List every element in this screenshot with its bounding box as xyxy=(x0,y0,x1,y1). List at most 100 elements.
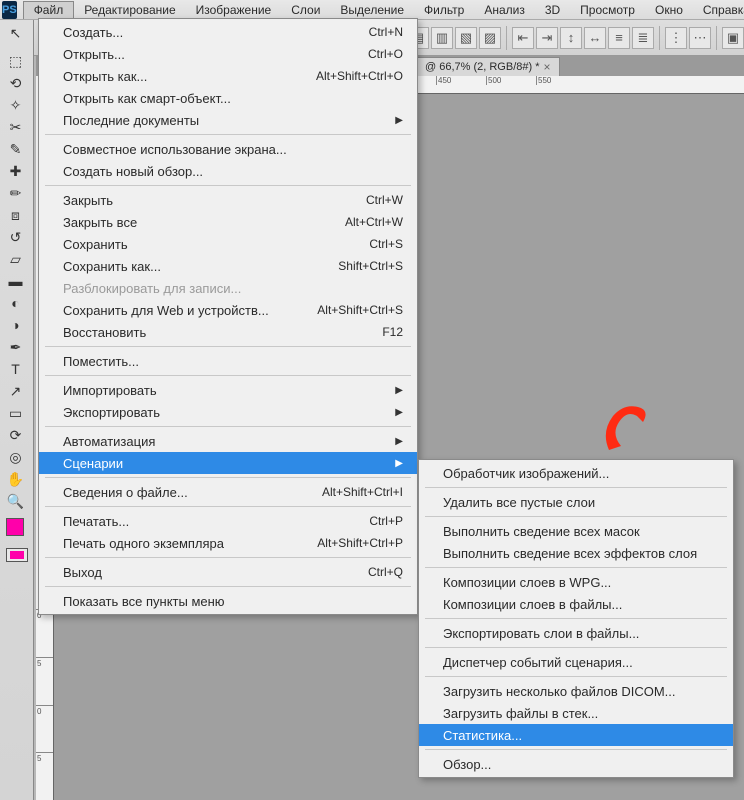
menu-item-shortcut: Alt+Shift+Ctrl+P xyxy=(317,536,403,550)
heal-tool-icon[interactable]: ✚ xyxy=(4,160,28,182)
file-menu-item[interactable]: Сценарии▶ xyxy=(39,452,417,474)
lasso-tool-icon[interactable]: ⟲ xyxy=(4,72,28,94)
document-tab[interactable]: @ 66,7% (2, RGB/8#) * × xyxy=(416,57,560,76)
foreground-color-swatch[interactable] xyxy=(6,518,28,540)
file-menu-item[interactable]: Закрыть всеAlt+Ctrl+W xyxy=(39,211,417,233)
chevron-right-icon: ▶ xyxy=(395,436,403,447)
menu-window[interactable]: Окно xyxy=(645,1,693,19)
scripts-menu-item[interactable]: Загрузить несколько файлов DICOM... xyxy=(419,680,733,702)
wand-tool-icon[interactable]: ✧ xyxy=(4,94,28,116)
file-menu-item[interactable]: Создать новый обзор... xyxy=(39,160,417,182)
menu-item-shortcut: Alt+Shift+Ctrl+I xyxy=(322,485,403,499)
menu-help[interactable]: Справка xyxy=(693,1,744,19)
type-tool-icon[interactable]: T xyxy=(4,358,28,380)
distribute-icon[interactable]: ⋮ xyxy=(665,27,687,49)
file-menu-item[interactable]: ЗакрытьCtrl+W xyxy=(39,189,417,211)
eyedropper-tool-icon[interactable]: ✎ xyxy=(4,138,28,160)
3d-rotate-tool-icon[interactable]: ⟳ xyxy=(4,424,28,446)
shape-tool-icon[interactable]: ▭ xyxy=(4,402,28,424)
menu-layers[interactable]: Слои xyxy=(281,1,330,19)
file-menu-item[interactable]: Поместить... xyxy=(39,350,417,372)
zoom-tool-icon[interactable]: 🔍 xyxy=(4,490,28,512)
scripts-menu-item[interactable]: Загрузить файлы в стек... xyxy=(419,702,733,724)
file-menu-item[interactable]: Открыть...Ctrl+O xyxy=(39,43,417,65)
menu-file[interactable]: Файл xyxy=(23,1,75,19)
file-menu-item[interactable]: Создать...Ctrl+N xyxy=(39,21,417,43)
file-menu-item[interactable]: Сведения о файле...Alt+Shift+Ctrl+I xyxy=(39,481,417,503)
scripts-menu-item[interactable]: Удалить все пустые слои xyxy=(419,491,733,513)
menu-separator xyxy=(45,346,411,347)
path-select-tool-icon[interactable]: ↗ xyxy=(4,380,28,402)
file-menu-item[interactable]: Открыть как смарт-объект... xyxy=(39,87,417,109)
scripts-menu-item[interactable]: Обработчик изображений... xyxy=(419,462,733,484)
menu-item-label: Выполнить сведение всех масок xyxy=(443,524,640,539)
blur-tool-icon[interactable]: ◐ xyxy=(4,292,28,314)
file-menu-item[interactable]: Сохранить для Web и устройств...Alt+Shif… xyxy=(39,299,417,321)
stamp-tool-icon[interactable]: ⧈ xyxy=(4,204,28,226)
file-menu-item[interactable]: Сохранить как...Shift+Ctrl+S xyxy=(39,255,417,277)
brush-tool-icon[interactable]: ✏ xyxy=(4,182,28,204)
file-menu-item[interactable]: Последние документы▶ xyxy=(39,109,417,131)
menu-separator xyxy=(425,516,727,517)
scripts-menu-item[interactable]: Диспетчер событий сценария... xyxy=(419,651,733,673)
menubar: PS Файл Редактирование Изображение Слои … xyxy=(0,0,744,20)
3d-orbit-tool-icon[interactable]: ◎ xyxy=(4,446,28,468)
align-icon[interactable]: ⇤ xyxy=(512,27,534,49)
quickmask-icon[interactable] xyxy=(6,548,28,562)
file-menu-item[interactable]: ВыходCtrl+Q xyxy=(39,561,417,583)
history-brush-tool-icon[interactable]: ↺ xyxy=(4,226,28,248)
arrange-icon[interactable]: ▧ xyxy=(455,27,477,49)
scripts-menu-item[interactable]: Выполнить сведение всех эффектов слоя xyxy=(419,542,733,564)
move-tool-icon[interactable]: ↖ xyxy=(4,22,28,44)
menu-item-shortcut: F12 xyxy=(382,325,403,339)
scripts-menu-item[interactable]: Композиции слоев в WPG... xyxy=(419,571,733,593)
eraser-tool-icon[interactable]: ▱ xyxy=(4,248,28,270)
file-menu-item[interactable]: Автоматизация▶ xyxy=(39,430,417,452)
align-icon[interactable]: ↕ xyxy=(560,27,582,49)
file-menu-item[interactable]: СохранитьCtrl+S xyxy=(39,233,417,255)
file-menu-item[interactable]: Импортировать▶ xyxy=(39,379,417,401)
menu-image[interactable]: Изображение xyxy=(186,1,282,19)
file-menu-item[interactable]: ВосстановитьF12 xyxy=(39,321,417,343)
menu-item-shortcut: Ctrl+S xyxy=(369,237,403,251)
scripts-menu-item[interactable]: Композиции слоев в файлы... xyxy=(419,593,733,615)
distribute-icon[interactable]: ⋯ xyxy=(689,27,711,49)
align-icon[interactable]: ↔ xyxy=(584,27,606,49)
file-menu-item[interactable]: Печать одного экземпляраAlt+Shift+Ctrl+P xyxy=(39,532,417,554)
scripts-menu-item[interactable]: Обзор... xyxy=(419,753,733,775)
close-icon[interactable]: × xyxy=(544,60,551,74)
arrange-icon[interactable]: ▥ xyxy=(431,27,453,49)
align-icon[interactable]: ≡ xyxy=(608,27,630,49)
menu-view[interactable]: Просмотр xyxy=(570,1,645,19)
workspace-icon[interactable]: ▣ xyxy=(722,27,744,49)
menu-select[interactable]: Выделение xyxy=(330,1,414,19)
menu-item-label: Сохранить как... xyxy=(63,259,161,274)
menu-edit[interactable]: Редактирование xyxy=(74,1,185,19)
scripts-menu-item[interactable]: Статистика... xyxy=(419,724,733,746)
file-menu-item[interactable]: Открыть как...Alt+Shift+Ctrl+O xyxy=(39,65,417,87)
pen-tool-icon[interactable]: ✒ xyxy=(4,336,28,358)
chevron-right-icon: ▶ xyxy=(395,115,403,126)
scripts-menu-item[interactable]: Выполнить сведение всех масок xyxy=(419,520,733,542)
align-icon[interactable]: ≣ xyxy=(632,27,654,49)
file-menu-item[interactable]: Экспортировать▶ xyxy=(39,401,417,423)
marquee-tool-icon[interactable]: ⬚ xyxy=(4,50,28,72)
scripts-menu-item[interactable]: Экспортировать слои в файлы... xyxy=(419,622,733,644)
hand-tool-icon[interactable]: ✋ xyxy=(4,468,28,490)
menu-filter[interactable]: Фильтр xyxy=(414,1,474,19)
align-icon[interactable]: ⇥ xyxy=(536,27,558,49)
arrange-icon[interactable]: ▨ xyxy=(479,27,501,49)
gradient-tool-icon[interactable]: ▬ xyxy=(4,270,28,292)
menu-item-label: Совместное использование экрана... xyxy=(63,142,287,157)
menu-item-shortcut: Alt+Ctrl+W xyxy=(345,215,403,229)
menu-item-label: Экспортировать слои в файлы... xyxy=(443,626,639,641)
crop-tool-icon[interactable]: ✂ xyxy=(4,116,28,138)
menu-item-label: Обработчик изображений... xyxy=(443,466,609,481)
file-menu-item[interactable]: Показать все пункты меню xyxy=(39,590,417,612)
menu-analysis[interactable]: Анализ xyxy=(474,1,535,19)
dodge-tool-icon[interactable]: ◑ xyxy=(4,314,28,336)
file-menu-item[interactable]: Печатать...Ctrl+P xyxy=(39,510,417,532)
file-menu-item[interactable]: Совместное использование экрана... xyxy=(39,138,417,160)
menu-item-label: Композиции слоев в файлы... xyxy=(443,597,622,612)
menu-3d[interactable]: 3D xyxy=(535,1,570,19)
